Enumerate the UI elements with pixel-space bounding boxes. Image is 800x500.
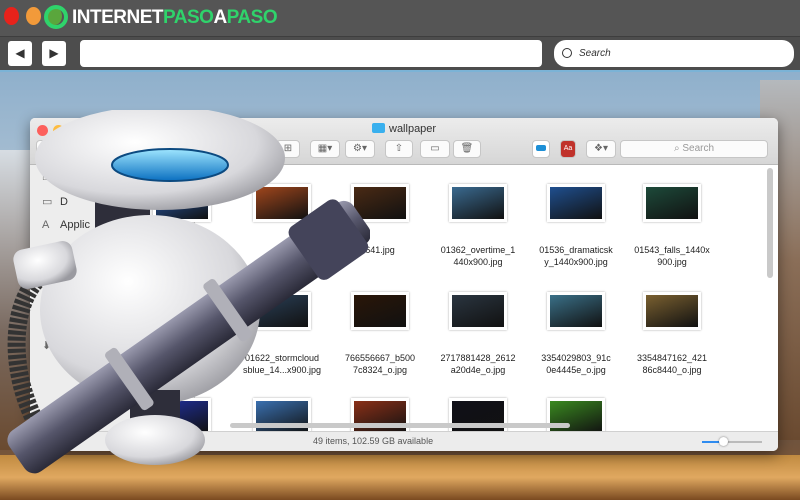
file-thumbnail [643,292,701,330]
forward-icon: ▶ [49,46,59,60]
share-button[interactable]: ⇧ [385,140,413,158]
file-item[interactable]: 3354029803_91c 0e4445e_o.jpg [528,292,624,376]
finder-search-input[interactable]: ⌕ Search [620,140,768,158]
file-name: 01362_overtime_1 440x900.jpg [440,245,516,267]
close-button[interactable] [4,7,19,25]
folder-icon [372,123,385,133]
search-input[interactable]: Search [554,40,794,67]
search-icon [562,48,572,58]
dropbox-button[interactable]: ❖▾ [586,140,616,158]
icon-size-slider[interactable] [702,437,762,446]
file-thumbnail [449,184,507,222]
trash-button[interactable]: 🗑 [453,140,481,158]
browser-titlebar: INTERNETPASOAPASO [0,0,800,37]
back-button[interactable]: ◀ [8,41,32,66]
file-thumbnail [643,184,701,222]
minimize-button[interactable] [26,7,41,25]
slider-knob[interactable] [719,437,728,446]
file-name: 2717881428_2612 a20d4e_o.jpg [440,353,516,375]
window-title: wallpaper [372,123,436,135]
file-item[interactable]: 01362_overtime_1 440x900.jpg [430,184,526,268]
back-icon: ◀ [15,46,25,60]
file-name: 01543_falls_1440x 900.jpg [634,245,710,267]
browser-navbar: ◀ ▶ Search [0,37,800,72]
dictionary-app-icon[interactable]: Aa [560,140,576,158]
file-name: 3354847162_421 86c8440_o.jpg [636,353,708,375]
file-name: 01536_dramaticsk y_1440x900.jpg [539,245,613,267]
tag-button[interactable]: ▭ [420,140,450,158]
file-item[interactable]: 01536_dramaticsk y_1440x900.jpg [528,184,624,268]
file-item[interactable]: 2717881428_2612 a20d4e_o.jpg [430,292,526,376]
file-item[interactable]: 01543_falls_1440x 900.jpg [624,184,720,268]
layers-app-icon[interactable] [532,140,550,158]
file-thumbnail [547,184,605,222]
forward-button[interactable]: ▶ [42,41,66,66]
file-item[interactable]: 3354847162_421 86c8440_o.jpg [624,292,720,376]
brand-name: INTERNETPASOAPASO [72,7,278,28]
vertical-scrollbar[interactable] [767,168,773,278]
brand-logo-icon [44,5,68,29]
file-thumbnail [449,292,507,330]
file-thumbnail [547,292,605,330]
file-name: 3354029803_91c 0e4445e_o.jpg [541,353,611,375]
address-bar[interactable] [80,40,542,67]
automator-robot-illustration [7,110,370,474]
